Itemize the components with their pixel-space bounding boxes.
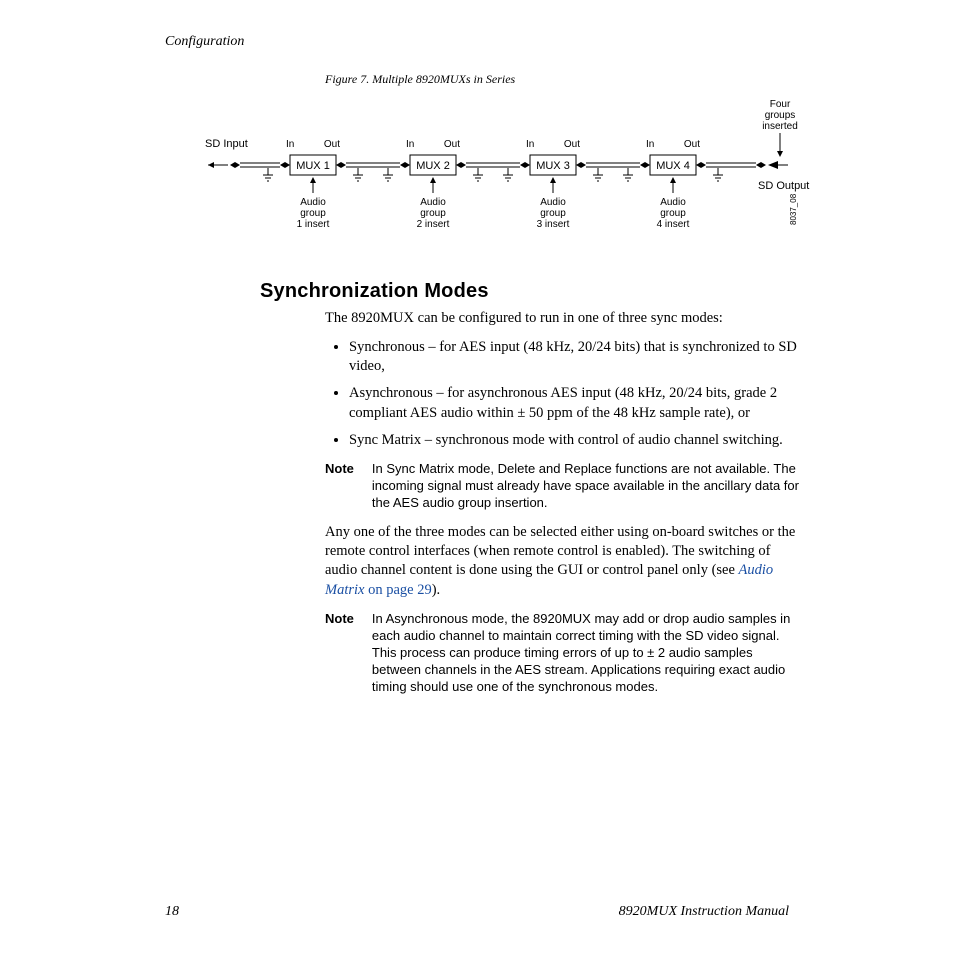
list-item: Asynchronous – for asynchronous AES inpu… (349, 384, 804, 422)
svg-text:Out: Out (444, 139, 460, 150)
page-number: 18 (165, 904, 179, 920)
mode-list: Synchronous – for AES input (48 kHz, 20/… (325, 338, 804, 450)
svg-text:In: In (646, 139, 654, 150)
svg-text:Audio: Audio (540, 197, 566, 208)
list-item: Synchronous – for AES input (48 kHz, 20/… (349, 338, 804, 376)
svg-text:In: In (406, 139, 414, 150)
section-heading: Synchronization Modes (260, 280, 884, 303)
intro-paragraph: The 8920MUX can be configured to run in … (325, 309, 804, 328)
figure-diagram: SD InputInOutMUX 1Audiogroup1 insertInOu… (200, 95, 824, 260)
svg-text:inserted: inserted (762, 121, 798, 132)
svg-text:2 insert: 2 insert (417, 219, 450, 230)
svg-text:MUX 1: MUX 1 (296, 160, 330, 172)
svg-text:Out: Out (684, 139, 700, 150)
note-text: In Sync Matrix mode, Delete and Replace … (372, 460, 804, 511)
body-paragraph: Any one of the three modes can be select… (325, 523, 804, 600)
para-text: Any one of the three modes can be select… (325, 524, 795, 578)
figure-caption: Figure 7. Multiple 8920MUXs in Series (325, 72, 884, 87)
svg-text:4 insert: 4 insert (657, 219, 690, 230)
svg-text:In: In (526, 139, 534, 150)
svg-text:3 insert: 3 insert (537, 219, 570, 230)
svg-text:8037_08: 8037_08 (789, 193, 798, 225)
svg-text:SD Input: SD Input (205, 138, 248, 150)
svg-text:MUX 2: MUX 2 (416, 160, 450, 172)
svg-text:Audio: Audio (660, 197, 686, 208)
note-text: In Asynchronous mode, the 8920MUX may ad… (372, 610, 804, 696)
note-block: Note In Sync Matrix mode, Delete and Rep… (325, 460, 804, 511)
list-item: Sync Matrix – synchronous mode with cont… (349, 431, 804, 450)
svg-text:group: group (300, 208, 326, 219)
svg-text:Out: Out (564, 139, 580, 150)
svg-text:Out: Out (324, 139, 340, 150)
svg-text:MUX 3: MUX 3 (536, 160, 570, 172)
svg-text:Four: Four (770, 99, 791, 110)
svg-text:Audio: Audio (300, 197, 326, 208)
para-text: ). (432, 582, 440, 598)
manual-title: 8920MUX Instruction Manual (619, 904, 789, 920)
svg-text:1 insert: 1 insert (297, 219, 330, 230)
svg-text:In: In (286, 139, 294, 150)
svg-text:groups: groups (765, 110, 796, 121)
svg-text:group: group (660, 208, 686, 219)
svg-text:group: group (540, 208, 566, 219)
note-label: Note (325, 610, 354, 696)
running-head: Configuration (165, 34, 884, 50)
cross-ref-page[interactable]: on page 29 (364, 582, 431, 598)
note-block: Note In Asynchronous mode, the 8920MUX m… (325, 610, 804, 696)
svg-text:MUX 4: MUX 4 (656, 160, 690, 172)
svg-text:group: group (420, 208, 446, 219)
svg-text:SD Output: SD Output (758, 180, 809, 192)
svg-text:Audio: Audio (420, 197, 446, 208)
note-label: Note (325, 460, 354, 511)
